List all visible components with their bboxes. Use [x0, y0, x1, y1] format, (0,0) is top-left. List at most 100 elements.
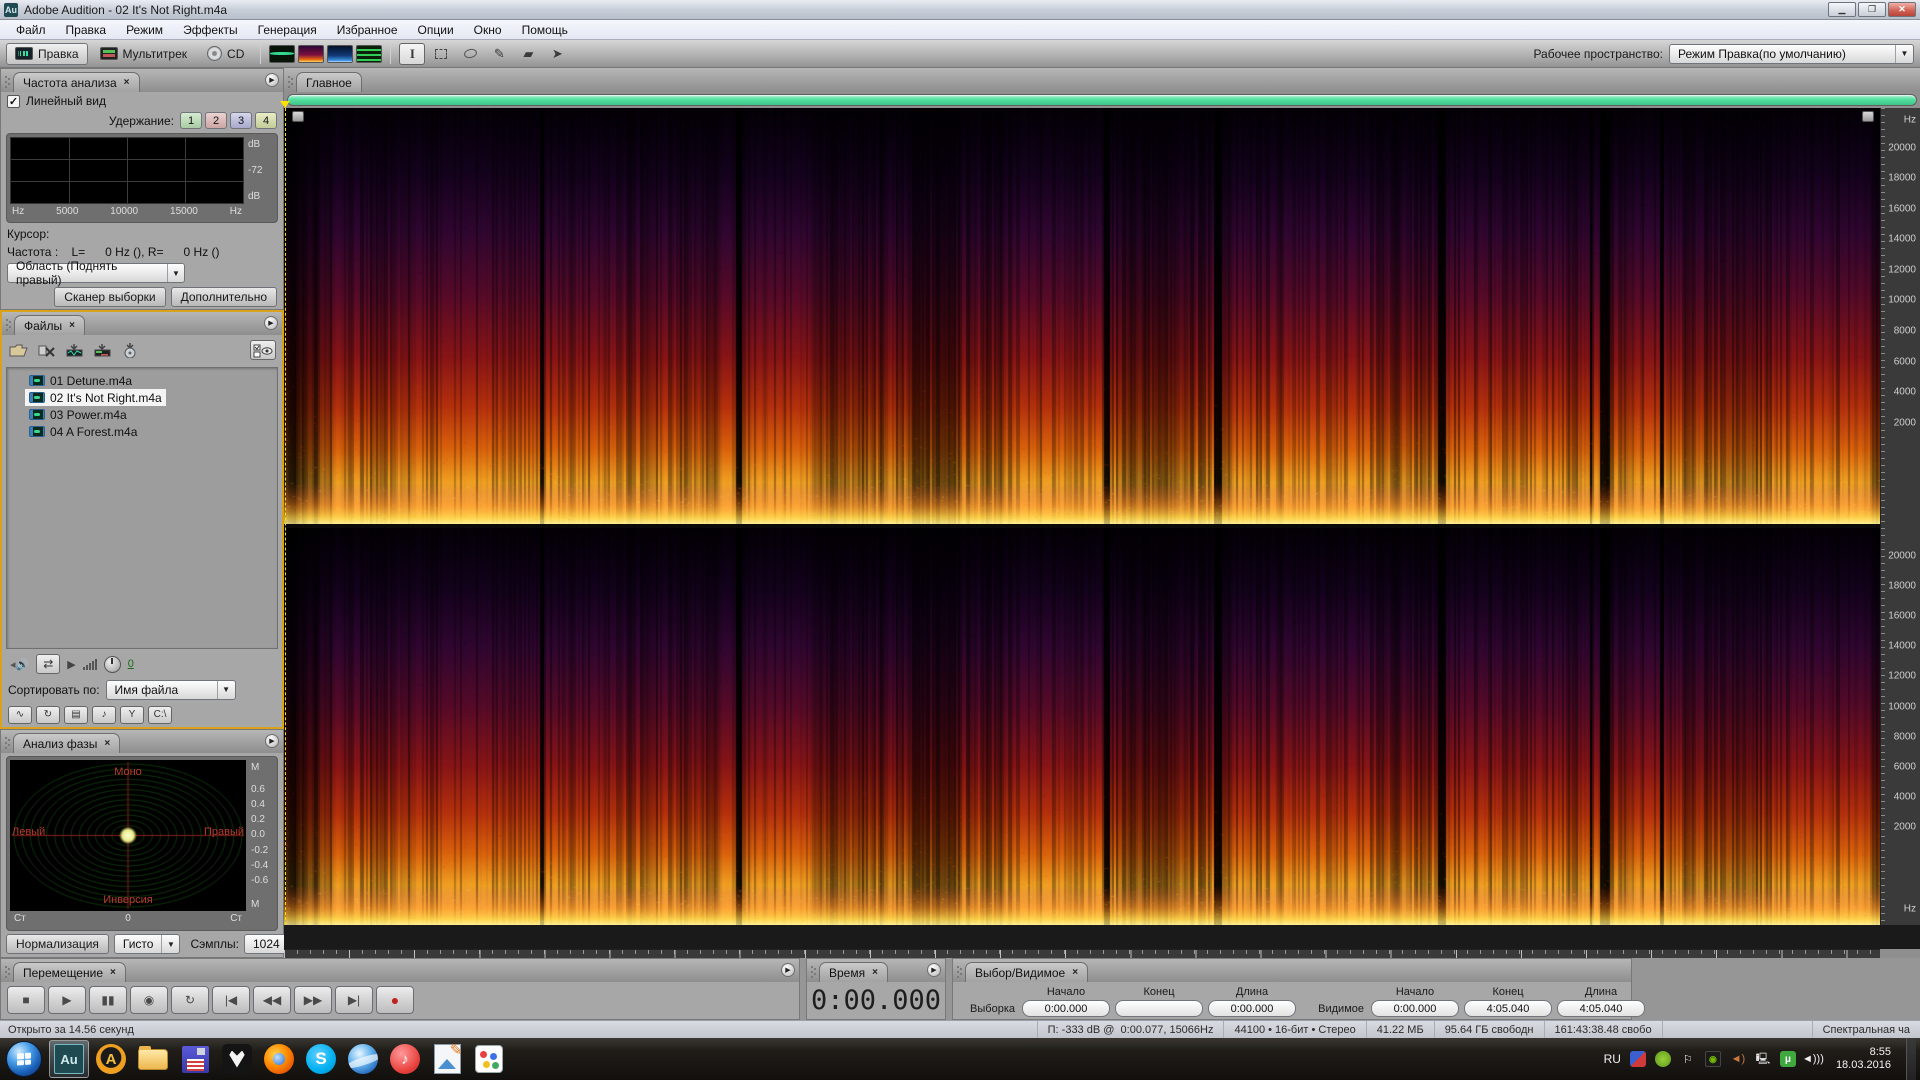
taskbar-save-utility[interactable]: [175, 1040, 215, 1078]
tab-transport[interactable]: Перемещение ×: [13, 962, 126, 982]
title-bar[interactable]: Au Adobe Audition - 02 It's Not Right.m4…: [0, 0, 1920, 20]
volume-knob[interactable]: [103, 655, 121, 673]
sync-app-icon[interactable]: [1629, 1051, 1646, 1067]
open-file-icon[interactable]: [8, 342, 28, 359]
time-field[interactable]: 0:00.000: [1371, 1000, 1459, 1017]
taskbar-firefox[interactable]: [259, 1040, 299, 1078]
auto-play-icon[interactable]: ◂🔊: [10, 658, 29, 671]
panel-grip[interactable]: [4, 965, 11, 979]
panel-grip[interactable]: [956, 965, 963, 979]
scan-selection-button[interactable]: Сканер выборки: [54, 287, 166, 307]
playhead-line[interactable]: [285, 108, 286, 925]
menu-item-1[interactable]: Правка: [56, 20, 117, 39]
edit-mode-button[interactable]: Правка: [6, 42, 88, 65]
file-item[interactable]: 04 A Forest.m4a: [25, 423, 141, 440]
close-icon[interactable]: ×: [104, 738, 110, 749]
network-icon[interactable]: 🖳: [1755, 1051, 1771, 1067]
fast-forward-button[interactable]: ▶▶: [294, 986, 332, 1014]
zoom-range-bar[interactable]: [287, 94, 1917, 106]
show-video-icon[interactable]: ▤: [64, 705, 88, 724]
close-icon[interactable]: ×: [1072, 967, 1078, 978]
tab-main[interactable]: Главное: [296, 72, 362, 92]
preview-play-button[interactable]: ▶: [67, 658, 75, 671]
waveform-view-button[interactable]: [269, 44, 296, 63]
action-center-flag-icon[interactable]: ⚐: [1680, 1051, 1696, 1067]
menu-item-5[interactable]: Избранное: [327, 20, 408, 39]
close-button[interactable]: ✕: [1888, 2, 1916, 17]
full-path-icon[interactable]: C:\: [148, 705, 172, 724]
clock[interactable]: 8:55 18.03.2016: [1830, 1046, 1897, 1072]
taskbar-paint[interactable]: [469, 1040, 509, 1078]
close-icon[interactable]: ×: [872, 967, 878, 978]
show-audio-icon[interactable]: ∿: [8, 705, 32, 724]
menu-item-6[interactable]: Опции: [408, 20, 464, 39]
go-to-end-button[interactable]: ▶|: [335, 986, 373, 1014]
taskbar-skype[interactable]: S: [301, 1040, 341, 1078]
marquee-selection-tool[interactable]: [428, 43, 454, 65]
menu-item-8[interactable]: Помощь: [512, 20, 578, 39]
multitrack-mode-button[interactable]: Мультитрек: [92, 43, 195, 65]
insert-multitrack-icon[interactable]: [92, 342, 112, 359]
play-from-cursor-button[interactable]: ◉: [130, 986, 168, 1014]
advanced-button[interactable]: Дополнительно: [170, 287, 277, 307]
panel-menu-button[interactable]: ▶: [265, 734, 279, 748]
import-audio-icon[interactable]: [64, 342, 84, 359]
taskbar-windows-explorer[interactable]: [133, 1040, 173, 1078]
time-field[interactable]: 0:00.000: [1022, 1000, 1110, 1017]
audio-manager-icon[interactable]: ◄): [1730, 1051, 1746, 1067]
time-field[interactable]: 0:00.000: [1208, 1000, 1296, 1017]
stop-button[interactable]: ■: [7, 986, 45, 1014]
spectrogram-left-channel[interactable]: [284, 108, 1880, 524]
panel-grip[interactable]: [5, 318, 12, 332]
restore-button[interactable]: ❐: [1858, 2, 1886, 17]
spectral-display[interactable]: Hz 20000 18000 16000 14000 12000 10000 8000 6000…: [280, 101, 1920, 949]
panel-grip[interactable]: [4, 75, 11, 89]
panel-menu-button[interactable]: ▶: [265, 73, 279, 87]
spot-healing-brush-tool[interactable]: ▰: [515, 43, 541, 65]
show-midi-icon[interactable]: ♪: [92, 705, 116, 724]
pane-corner-icon-left[interactable]: [292, 111, 304, 122]
hold-button-2[interactable]: 2: [205, 112, 227, 129]
hold-button-4[interactable]: 4: [255, 112, 277, 129]
close-file-icon[interactable]: [36, 342, 56, 359]
close-icon[interactable]: ×: [124, 77, 130, 88]
filter-preview-icon[interactable]: Y: [120, 705, 144, 724]
close-icon[interactable]: ×: [69, 320, 75, 331]
insert-cd-icon[interactable]: [120, 342, 140, 359]
normalize-button[interactable]: Нормализация: [6, 934, 109, 954]
show-desktop-button[interactable]: [1906, 1038, 1916, 1080]
taskbar-foobar2000[interactable]: [217, 1040, 257, 1078]
frequency-ruler[interactable]: Hz 20000 18000 16000 14000 12000 10000 8000 6000…: [1880, 108, 1920, 925]
time-field[interactable]: [1115, 1000, 1203, 1017]
taskbar-image-editor[interactable]: [427, 1040, 467, 1078]
panel-grip[interactable]: [810, 965, 817, 979]
effects-paintbrush-tool[interactable]: ✎: [486, 43, 512, 65]
panel-menu-button[interactable]: ▶: [264, 316, 278, 330]
range-dropdown[interactable]: Область (Поднять правый) ▼: [7, 259, 185, 287]
sort-dropdown[interactable]: Имя файла ▼: [105, 679, 236, 700]
tab-time[interactable]: Время ×: [819, 962, 888, 982]
volume-value[interactable]: 0: [128, 658, 134, 670]
time-field[interactable]: 4:05.040: [1557, 1000, 1645, 1017]
close-icon[interactable]: ×: [110, 967, 116, 978]
time-selection-tool[interactable]: I: [399, 42, 426, 65]
taskbar-aimp[interactable]: A: [91, 1040, 131, 1078]
nvidia-icon[interactable]: ◉: [1704, 1051, 1721, 1067]
menu-item-2[interactable]: Режим: [116, 20, 173, 39]
panel-grip[interactable]: [287, 75, 294, 89]
spectral-phase-view-button[interactable]: [356, 44, 383, 63]
scrub-tool[interactable]: ➤: [544, 43, 570, 65]
file-item[interactable]: 02 It's Not Right.m4a: [25, 389, 166, 406]
frequency-graph-plot[interactable]: [10, 137, 244, 204]
menu-item-0[interactable]: Файл: [6, 20, 56, 39]
file-item[interactable]: 03 Power.m4a: [25, 406, 131, 423]
file-item[interactable]: 01 Detune.m4a: [25, 372, 136, 389]
go-to-start-button[interactable]: |◀: [212, 986, 250, 1014]
cd-mode-button[interactable]: CD: [199, 43, 252, 65]
record-button[interactable]: ●: [376, 986, 414, 1014]
play-button[interactable]: ▶: [48, 986, 86, 1014]
start-button[interactable]: [6, 1041, 42, 1077]
playhead-marker-top[interactable]: [280, 101, 290, 108]
phase-scope[interactable]: Моно Левый Правый Инверсия: [10, 760, 246, 911]
panel-menu-button[interactable]: ▶: [781, 963, 795, 977]
